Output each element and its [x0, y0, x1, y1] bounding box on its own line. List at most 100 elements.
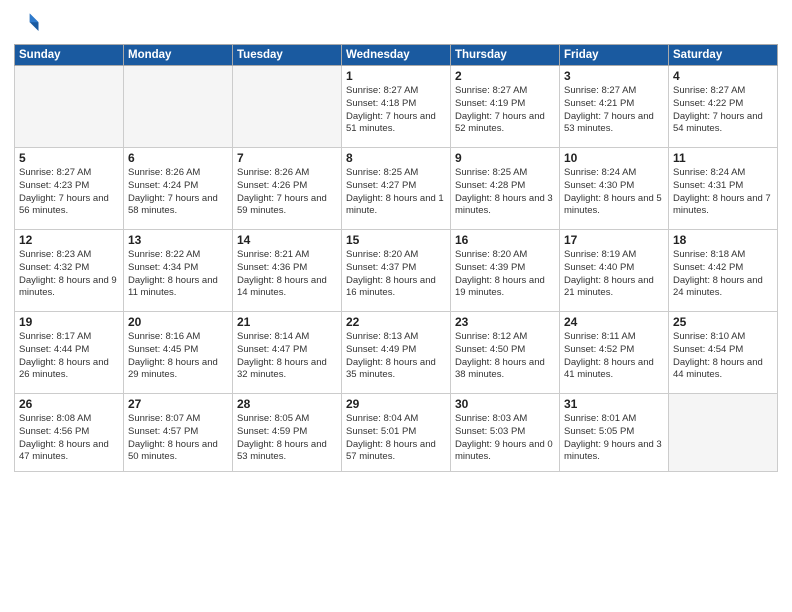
day-number: 11	[673, 151, 773, 165]
day-info: Sunrise: 8:27 AM Sunset: 4:23 PM Dayligh…	[19, 167, 119, 218]
calendar-cell: 12 Sunrise: 8:23 AM Sunset: 4:32 PM Dayli…	[15, 230, 124, 312]
day-number: 4	[673, 69, 773, 83]
calendar-week-5: 26 Sunrise: 8:08 AM Sunset: 4:56 PM Dayli…	[15, 394, 778, 472]
calendar-cell: 30 Sunrise: 8:03 AM Sunset: 5:03 PM Dayli…	[451, 394, 560, 472]
day-info: Sunrise: 8:12 AM Sunset: 4:50 PM Dayligh…	[455, 331, 555, 382]
calendar-cell: 15Sunrise: 8:20 AM Sunset: 4:37 PM Dayli…	[342, 230, 451, 312]
day-number: 7	[237, 151, 337, 165]
calendar-cell: 8Sunrise: 8:25 AM Sunset: 4:27 PM Daylig…	[342, 148, 451, 230]
day-info: Sunrise: 8:14 AM Sunset: 4:47 PM Dayligh…	[237, 331, 337, 382]
day-number: 15	[346, 233, 446, 247]
calendar-cell: 14 Sunrise: 8:21 AM Sunset: 4:36 PM Dayli…	[233, 230, 342, 312]
weekday-header-row: SundayMondayTuesdayWednesdayThursdayFrid…	[15, 45, 778, 66]
day-number: 16	[455, 233, 555, 247]
calendar-table: SundayMondayTuesdayWednesdayThursdayFrid…	[14, 44, 778, 472]
page: SundayMondayTuesdayWednesdayThursdayFrid…	[0, 0, 792, 612]
calendar-week-1: 1 Sunrise: 8:27 AM Sunset: 4:18 PM Daylig…	[15, 66, 778, 148]
weekday-header-monday: Monday	[124, 45, 233, 66]
calendar-cell: 16 Sunrise: 8:20 AM Sunset: 4:39 PM Dayli…	[451, 230, 560, 312]
day-info: Sunrise: 8:10 AM Sunset: 4:54 PM Dayligh…	[673, 331, 773, 382]
day-number: 18	[673, 233, 773, 247]
calendar-cell: 5Sunrise: 8:27 AM Sunset: 4:23 PM Daylig…	[15, 148, 124, 230]
day-info: Sunrise: 8:05 AM Sunset: 4:59 PM Dayligh…	[237, 413, 337, 464]
day-number: 26	[19, 397, 119, 411]
calendar-cell: 10 Sunrise: 8:24 AM Sunset: 4:30 PM Dayli…	[560, 148, 669, 230]
day-number: 28	[237, 397, 337, 411]
day-number: 19	[19, 315, 119, 329]
weekday-header-saturday: Saturday	[669, 45, 778, 66]
day-info: Sunrise: 8:24 AM Sunset: 4:31 PM Dayligh…	[673, 167, 773, 218]
day-number: 10	[564, 151, 664, 165]
calendar-cell: 20 Sunrise: 8:16 AM Sunset: 4:45 PM Dayli…	[124, 312, 233, 394]
day-info: Sunrise: 8:04 AM Sunset: 5:01 PM Dayligh…	[346, 413, 446, 464]
calendar-cell: 24 Sunrise: 8:11 AM Sunset: 4:52 PM Dayli…	[560, 312, 669, 394]
day-info: Sunrise: 8:25 AM Sunset: 4:28 PM Dayligh…	[455, 167, 555, 218]
day-info: Sunrise: 8:26 AM Sunset: 4:24 PM Dayligh…	[128, 167, 228, 218]
calendar-cell: 28 Sunrise: 8:05 AM Sunset: 4:59 PM Dayli…	[233, 394, 342, 472]
day-info: Sunrise: 8:13 AM Sunset: 4:49 PM Dayligh…	[346, 331, 446, 382]
day-info: Sunrise: 8:18 AM Sunset: 4:42 PM Dayligh…	[673, 249, 773, 300]
day-info: Sunrise: 8:01 AM Sunset: 5:05 PM Dayligh…	[564, 413, 664, 464]
calendar-cell	[669, 394, 778, 472]
logo	[14, 10, 46, 38]
day-number: 20	[128, 315, 228, 329]
calendar-cell: 21Sunrise: 8:14 AM Sunset: 4:47 PM Dayli…	[233, 312, 342, 394]
day-number: 17	[564, 233, 664, 247]
calendar-cell	[233, 66, 342, 148]
weekday-header-wednesday: Wednesday	[342, 45, 451, 66]
day-info: Sunrise: 8:07 AM Sunset: 4:57 PM Dayligh…	[128, 413, 228, 464]
calendar-cell: 22 Sunrise: 8:13 AM Sunset: 4:49 PM Dayli…	[342, 312, 451, 394]
calendar-cell: 27 Sunrise: 8:07 AM Sunset: 4:57 PM Dayli…	[124, 394, 233, 472]
calendar-cell: 18 Sunrise: 8:18 AM Sunset: 4:42 PM Dayli…	[669, 230, 778, 312]
day-info: Sunrise: 8:08 AM Sunset: 4:56 PM Dayligh…	[19, 413, 119, 464]
calendar-cell	[124, 66, 233, 148]
weekday-header-tuesday: Tuesday	[233, 45, 342, 66]
calendar-cell: 17 Sunrise: 8:19 AM Sunset: 4:40 PM Dayli…	[560, 230, 669, 312]
day-number: 24	[564, 315, 664, 329]
day-info: Sunrise: 8:27 AM Sunset: 4:21 PM Dayligh…	[564, 85, 664, 136]
day-number: 30	[455, 397, 555, 411]
day-number: 31	[564, 397, 664, 411]
weekday-header-thursday: Thursday	[451, 45, 560, 66]
day-info: Sunrise: 8:20 AM Sunset: 4:39 PM Dayligh…	[455, 249, 555, 300]
calendar-cell: 26 Sunrise: 8:08 AM Sunset: 4:56 PM Dayli…	[15, 394, 124, 472]
calendar-cell: 31 Sunrise: 8:01 AM Sunset: 5:05 PM Dayli…	[560, 394, 669, 472]
day-info: Sunrise: 8:27 AM Sunset: 4:19 PM Dayligh…	[455, 85, 555, 136]
calendar-cell: 9 Sunrise: 8:25 AM Sunset: 4:28 PM Daylig…	[451, 148, 560, 230]
day-number: 6	[128, 151, 228, 165]
day-number: 3	[564, 69, 664, 83]
day-info: Sunrise: 8:24 AM Sunset: 4:30 PM Dayligh…	[564, 167, 664, 218]
calendar-cell: 4 Sunrise: 8:27 AM Sunset: 4:22 PM Daylig…	[669, 66, 778, 148]
day-number: 23	[455, 315, 555, 329]
day-number: 9	[455, 151, 555, 165]
day-number: 22	[346, 315, 446, 329]
day-info: Sunrise: 8:27 AM Sunset: 4:22 PM Dayligh…	[673, 85, 773, 136]
day-number: 14	[237, 233, 337, 247]
day-number: 8	[346, 151, 446, 165]
logo-icon	[14, 10, 42, 38]
calendar-cell: 13 Sunrise: 8:22 AM Sunset: 4:34 PM Dayli…	[124, 230, 233, 312]
day-number: 27	[128, 397, 228, 411]
day-info: Sunrise: 8:03 AM Sunset: 5:03 PM Dayligh…	[455, 413, 555, 464]
calendar-cell: 29Sunrise: 8:04 AM Sunset: 5:01 PM Dayli…	[342, 394, 451, 472]
day-info: Sunrise: 8:27 AM Sunset: 4:18 PM Dayligh…	[346, 85, 446, 136]
day-number: 1	[346, 69, 446, 83]
calendar-week-4: 19 Sunrise: 8:17 AM Sunset: 4:44 PM Dayli…	[15, 312, 778, 394]
day-number: 13	[128, 233, 228, 247]
day-number: 12	[19, 233, 119, 247]
day-info: Sunrise: 8:16 AM Sunset: 4:45 PM Dayligh…	[128, 331, 228, 382]
day-info: Sunrise: 8:22 AM Sunset: 4:34 PM Dayligh…	[128, 249, 228, 300]
calendar-cell: 11 Sunrise: 8:24 AM Sunset: 4:31 PM Dayli…	[669, 148, 778, 230]
day-info: Sunrise: 8:26 AM Sunset: 4:26 PM Dayligh…	[237, 167, 337, 218]
calendar-cell: 25Sunrise: 8:10 AM Sunset: 4:54 PM Dayli…	[669, 312, 778, 394]
calendar-cell: 23 Sunrise: 8:12 AM Sunset: 4:50 PM Dayli…	[451, 312, 560, 394]
calendar-cell: 19 Sunrise: 8:17 AM Sunset: 4:44 PM Dayli…	[15, 312, 124, 394]
day-number: 2	[455, 69, 555, 83]
calendar-cell: 2 Sunrise: 8:27 AM Sunset: 4:19 PM Daylig…	[451, 66, 560, 148]
day-info: Sunrise: 8:17 AM Sunset: 4:44 PM Dayligh…	[19, 331, 119, 382]
day-info: Sunrise: 8:19 AM Sunset: 4:40 PM Dayligh…	[564, 249, 664, 300]
day-info: Sunrise: 8:21 AM Sunset: 4:36 PM Dayligh…	[237, 249, 337, 300]
calendar-cell	[15, 66, 124, 148]
day-info: Sunrise: 8:11 AM Sunset: 4:52 PM Dayligh…	[564, 331, 664, 382]
day-info: Sunrise: 8:23 AM Sunset: 4:32 PM Dayligh…	[19, 249, 119, 300]
